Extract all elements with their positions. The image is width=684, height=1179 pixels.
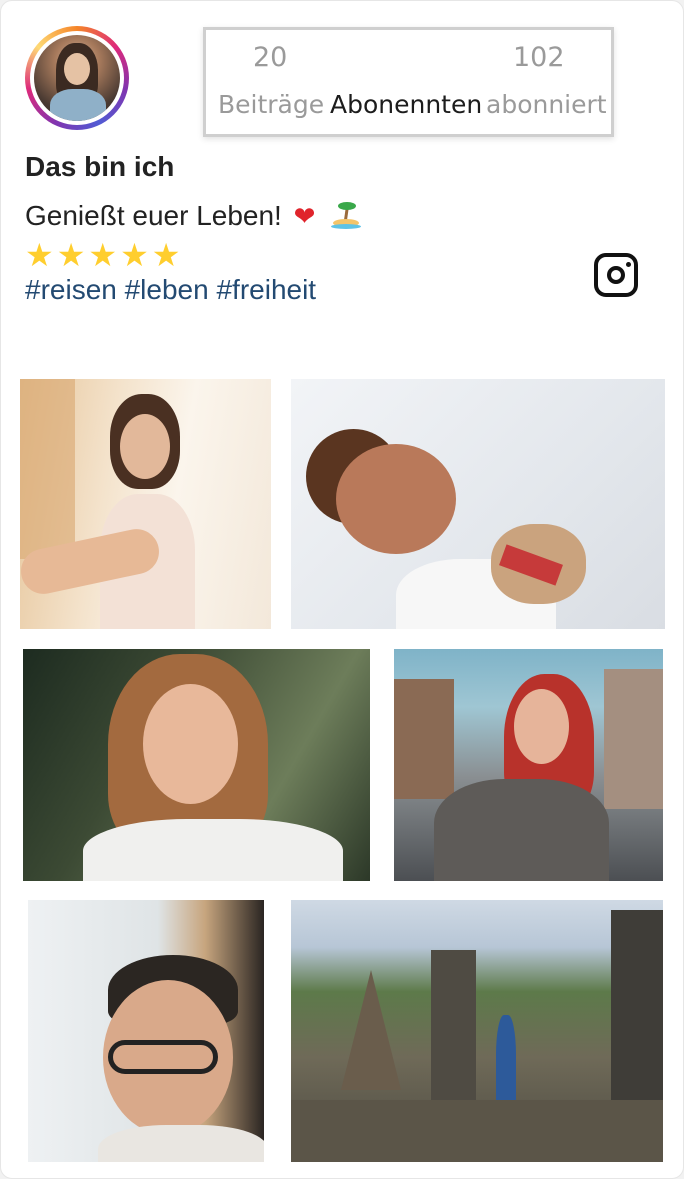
hashtags[interactable]: #reisen #leben #freiheit: [25, 274, 316, 306]
avatar-body: [50, 89, 106, 121]
instagram-icon[interactable]: [594, 253, 638, 297]
stats-box: 20 102 Beiträge Abonennten abonniert: [203, 27, 614, 137]
followers-label[interactable]: Abonennten: [330, 90, 482, 119]
heart-emoji-icon: ❤: [293, 202, 316, 232]
avatar[interactable]: [25, 26, 129, 130]
gallery-photo-smiling-woman[interactable]: [23, 649, 370, 881]
profile-name: Das bin ich: [25, 151, 175, 182]
avatar-face: [64, 53, 90, 85]
gallery-photo-boy-with-pug[interactable]: [291, 379, 665, 629]
avatar-photo: [34, 35, 120, 121]
gallery-photo-woman-leading[interactable]: [20, 379, 271, 629]
profile-tagline-row: Genießt euer Leben! ❤: [25, 199, 362, 232]
gallery-photo-temple[interactable]: [291, 900, 663, 1162]
gallery-photo-smiling-man[interactable]: [28, 900, 264, 1162]
star-rating: ★★★★★: [25, 236, 184, 274]
profile-tagline: Genießt euer Leben!: [25, 200, 282, 231]
gallery-photo-woman-sunglasses[interactable]: [394, 649, 663, 881]
posts-label[interactable]: Beiträge: [218, 90, 324, 119]
island-emoji-icon: [331, 199, 362, 229]
avatar-frame: [30, 31, 124, 125]
posts-count: 20: [253, 42, 288, 73]
following-count: 102: [513, 42, 565, 73]
profile-card: 20 102 Beiträge Abonennten abonniert Das…: [0, 0, 684, 1179]
instagram-lens: [607, 266, 625, 284]
following-label[interactable]: abonniert: [486, 90, 607, 119]
instagram-dot: [626, 262, 631, 267]
